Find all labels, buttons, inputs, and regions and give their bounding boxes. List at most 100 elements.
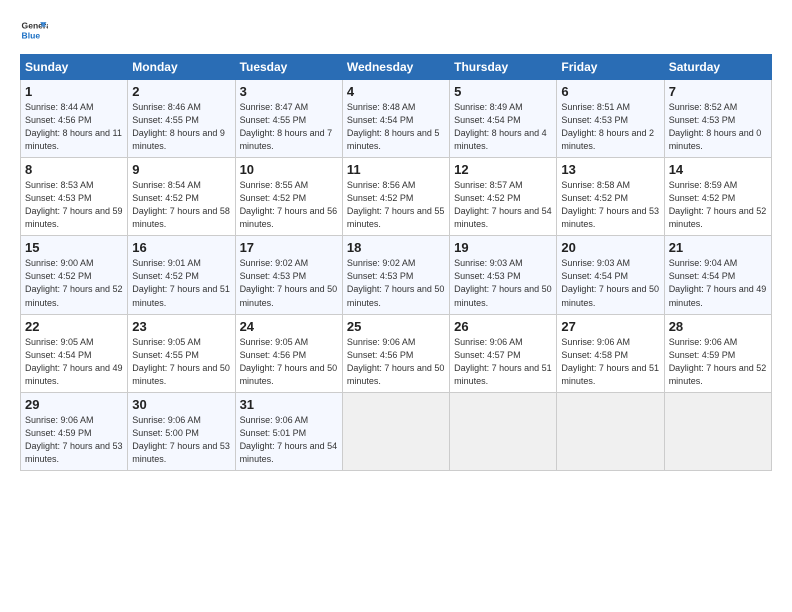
col-header-friday: Friday: [557, 55, 664, 80]
day-info: Sunrise: 9:06 AMSunset: 4:59 PMDaylight:…: [669, 337, 767, 386]
day-cell: 29 Sunrise: 9:06 AMSunset: 4:59 PMDayligh…: [21, 392, 128, 470]
day-cell: 5 Sunrise: 8:49 AMSunset: 4:54 PMDaylight…: [450, 80, 557, 158]
day-cell: 25 Sunrise: 9:06 AMSunset: 4:56 PMDayligh…: [342, 314, 449, 392]
day-number: 11: [347, 162, 445, 177]
day-info: Sunrise: 8:59 AMSunset: 4:52 PMDaylight:…: [669, 180, 767, 229]
day-info: Sunrise: 9:06 AMSunset: 4:59 PMDaylight:…: [25, 415, 123, 464]
col-header-monday: Monday: [128, 55, 235, 80]
day-cell: 16 Sunrise: 9:01 AMSunset: 4:52 PMDayligh…: [128, 236, 235, 314]
day-cell: 8Sunrise: 8:53 AMSunset: 4:53 PMDaylight…: [21, 158, 128, 236]
day-cell: 4 Sunrise: 8:48 AMSunset: 4:54 PMDaylight…: [342, 80, 449, 158]
day-cell: 31 Sunrise: 9:06 AMSunset: 5:01 PMDayligh…: [235, 392, 342, 470]
day-number: 6: [561, 84, 659, 99]
day-number: 12: [454, 162, 552, 177]
header: General Blue: [20, 16, 772, 44]
day-number: 3: [240, 84, 338, 99]
day-cell: 26 Sunrise: 9:06 AMSunset: 4:57 PMDayligh…: [450, 314, 557, 392]
logo-icon: General Blue: [20, 16, 48, 44]
day-info: Sunrise: 8:48 AMSunset: 4:54 PMDaylight:…: [347, 102, 440, 151]
day-number: 5: [454, 84, 552, 99]
day-number: 29: [25, 397, 123, 412]
day-number: 20: [561, 240, 659, 255]
day-info: Sunrise: 8:49 AMSunset: 4:54 PMDaylight:…: [454, 102, 547, 151]
day-number: 19: [454, 240, 552, 255]
day-cell: [450, 392, 557, 470]
day-number: 23: [132, 319, 230, 334]
day-info: Sunrise: 9:02 AMSunset: 4:53 PMDaylight:…: [347, 258, 445, 307]
day-number: 9: [132, 162, 230, 177]
day-info: Sunrise: 9:05 AMSunset: 4:56 PMDaylight:…: [240, 337, 338, 386]
day-number: 26: [454, 319, 552, 334]
day-info: Sunrise: 8:58 AMSunset: 4:52 PMDaylight:…: [561, 180, 659, 229]
day-cell: 19 Sunrise: 9:03 AMSunset: 4:53 PMDayligh…: [450, 236, 557, 314]
day-cell: 2 Sunrise: 8:46 AMSunset: 4:55 PMDaylight…: [128, 80, 235, 158]
col-header-saturday: Saturday: [664, 55, 771, 80]
day-cell: 23 Sunrise: 9:05 AMSunset: 4:55 PMDayligh…: [128, 314, 235, 392]
day-number: 2: [132, 84, 230, 99]
day-info: Sunrise: 9:00 AMSunset: 4:52 PMDaylight:…: [25, 258, 123, 307]
day-cell: 18 Sunrise: 9:02 AMSunset: 4:53 PMDayligh…: [342, 236, 449, 314]
day-info: Sunrise: 9:06 AMSunset: 4:58 PMDaylight:…: [561, 337, 659, 386]
day-cell: 27 Sunrise: 9:06 AMSunset: 4:58 PMDayligh…: [557, 314, 664, 392]
day-cell: 1Sunrise: 8:44 AMSunset: 4:56 PMDaylight…: [21, 80, 128, 158]
day-cell: 14 Sunrise: 8:59 AMSunset: 4:52 PMDayligh…: [664, 158, 771, 236]
logo: General Blue: [20, 16, 52, 44]
day-info: Sunrise: 8:46 AMSunset: 4:55 PMDaylight:…: [132, 102, 225, 151]
day-cell: 24 Sunrise: 9:05 AMSunset: 4:56 PMDayligh…: [235, 314, 342, 392]
day-cell: 21Sunrise: 9:04 AMSunset: 4:54 PMDayligh…: [664, 236, 771, 314]
day-info: Sunrise: 8:52 AMSunset: 4:53 PMDaylight:…: [669, 102, 762, 151]
day-info: Sunrise: 9:03 AMSunset: 4:54 PMDaylight:…: [561, 258, 659, 307]
day-cell: 30Sunrise: 9:06 AMSunset: 5:00 PMDayligh…: [128, 392, 235, 470]
day-cell: 7 Sunrise: 8:52 AMSunset: 4:53 PMDaylight…: [664, 80, 771, 158]
day-info: Sunrise: 9:06 AMSunset: 4:57 PMDaylight:…: [454, 337, 552, 386]
day-number: 4: [347, 84, 445, 99]
day-cell: [557, 392, 664, 470]
day-info: Sunrise: 9:05 AMSunset: 4:54 PMDaylight:…: [25, 337, 123, 386]
day-number: 1: [25, 84, 123, 99]
day-number: 25: [347, 319, 445, 334]
day-cell: 11 Sunrise: 8:56 AMSunset: 4:52 PMDayligh…: [342, 158, 449, 236]
day-info: Sunrise: 8:54 AMSunset: 4:52 PMDaylight:…: [132, 180, 230, 229]
col-header-sunday: Sunday: [21, 55, 128, 80]
week-row-3: 15Sunrise: 9:00 AMSunset: 4:52 PMDayligh…: [21, 236, 772, 314]
day-info: Sunrise: 8:56 AMSunset: 4:52 PMDaylight:…: [347, 180, 445, 229]
week-row-4: 22 Sunrise: 9:05 AMSunset: 4:54 PMDayligh…: [21, 314, 772, 392]
day-info: Sunrise: 9:03 AMSunset: 4:53 PMDaylight:…: [454, 258, 552, 307]
day-cell: 6 Sunrise: 8:51 AMSunset: 4:53 PMDaylight…: [557, 80, 664, 158]
day-number: 7: [669, 84, 767, 99]
day-info: Sunrise: 9:02 AMSunset: 4:53 PMDaylight:…: [240, 258, 338, 307]
day-number: 22: [25, 319, 123, 334]
day-number: 14: [669, 162, 767, 177]
day-number: 27: [561, 319, 659, 334]
day-number: 18: [347, 240, 445, 255]
day-number: 8: [25, 162, 123, 177]
day-cell: 15Sunrise: 9:00 AMSunset: 4:52 PMDayligh…: [21, 236, 128, 314]
day-info: Sunrise: 9:04 AMSunset: 4:54 PMDaylight:…: [669, 258, 767, 307]
day-info: Sunrise: 9:06 AMSunset: 4:56 PMDaylight:…: [347, 337, 445, 386]
col-header-tuesday: Tuesday: [235, 55, 342, 80]
calendar-table: SundayMondayTuesdayWednesdayThursdayFrid…: [20, 54, 772, 471]
day-cell: 10Sunrise: 8:55 AMSunset: 4:52 PMDayligh…: [235, 158, 342, 236]
week-row-1: 1Sunrise: 8:44 AMSunset: 4:56 PMDaylight…: [21, 80, 772, 158]
day-number: 24: [240, 319, 338, 334]
day-number: 13: [561, 162, 659, 177]
day-info: Sunrise: 9:05 AMSunset: 4:55 PMDaylight:…: [132, 337, 230, 386]
day-info: Sunrise: 9:06 AMSunset: 5:01 PMDaylight:…: [240, 415, 338, 464]
day-number: 28: [669, 319, 767, 334]
day-number: 16: [132, 240, 230, 255]
day-info: Sunrise: 8:57 AMSunset: 4:52 PMDaylight:…: [454, 180, 552, 229]
header-row: SundayMondayTuesdayWednesdayThursdayFrid…: [21, 55, 772, 80]
day-cell: 22 Sunrise: 9:05 AMSunset: 4:54 PMDayligh…: [21, 314, 128, 392]
day-cell: [342, 392, 449, 470]
day-cell: [664, 392, 771, 470]
day-number: 10: [240, 162, 338, 177]
day-cell: 20 Sunrise: 9:03 AMSunset: 4:54 PMDayligh…: [557, 236, 664, 314]
day-info: Sunrise: 8:51 AMSunset: 4:53 PMDaylight:…: [561, 102, 654, 151]
day-cell: 9 Sunrise: 8:54 AMSunset: 4:52 PMDaylight…: [128, 158, 235, 236]
day-cell: 28 Sunrise: 9:06 AMSunset: 4:59 PMDayligh…: [664, 314, 771, 392]
day-info: Sunrise: 9:01 AMSunset: 4:52 PMDaylight:…: [132, 258, 230, 307]
day-cell: 13 Sunrise: 8:58 AMSunset: 4:52 PMDayligh…: [557, 158, 664, 236]
week-row-2: 8Sunrise: 8:53 AMSunset: 4:53 PMDaylight…: [21, 158, 772, 236]
day-number: 31: [240, 397, 338, 412]
week-row-5: 29 Sunrise: 9:06 AMSunset: 4:59 PMDayligh…: [21, 392, 772, 470]
